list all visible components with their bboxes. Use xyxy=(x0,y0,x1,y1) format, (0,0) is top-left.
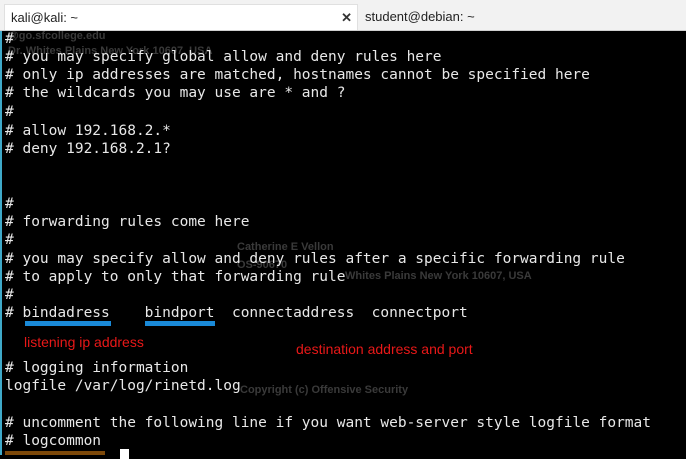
cursor xyxy=(120,449,129,459)
terminal-line: # deny 192.168.2.1? xyxy=(5,141,171,157)
terminal-line: # xyxy=(5,287,14,303)
terminal-line: # forwarding rules come here xyxy=(5,214,250,230)
watermark-copyright: Copyright (c) Offensive Security xyxy=(240,384,409,396)
terminal-line: # you may specify allow and deny rules a… xyxy=(5,251,625,267)
tab-title: student@debian: ~ xyxy=(365,9,475,24)
terminal-line: # xyxy=(5,232,14,248)
watermark-address-2: Whites Plains New York 10607, USA xyxy=(345,270,532,282)
terminal-line: # you may specify global allow and deny … xyxy=(5,49,442,65)
terminal-line: # logging information xyxy=(5,360,189,376)
destination-annotation: destination address and port xyxy=(296,341,473,357)
terminal-line: # xyxy=(5,31,14,47)
tab-student-debian[interactable]: student@debian: ~ xyxy=(360,4,686,30)
terminal-line: # to apply to only that forwarding rule xyxy=(5,269,346,285)
terminal-line: # allow 192.168.2.* xyxy=(5,123,171,139)
terminal-line: # bindadress bindport connectaddress con… xyxy=(5,305,468,321)
terminal-line: # logcommon xyxy=(5,433,102,449)
terminal-line: # xyxy=(5,104,14,120)
bindport-underline xyxy=(145,321,215,326)
terminal-line: # uncomment the following line if you wa… xyxy=(5,415,652,431)
listening-annotation: listening ip address xyxy=(24,334,144,350)
tab-bar: kali@kali: ~ ✕ student@debian: ~ xyxy=(0,0,686,31)
terminal-line: logfile /var/log/rinetd.log xyxy=(5,378,241,394)
prompt-line xyxy=(5,451,105,455)
tab-kali[interactable]: kali@kali: ~ ✕ xyxy=(4,4,358,30)
terminal-line: # xyxy=(5,196,14,212)
watermark-email: @go.sfcollege.edu xyxy=(8,30,106,42)
close-icon[interactable]: ✕ xyxy=(341,5,352,31)
terminal-line: # the wildcards you may use are * and ? xyxy=(5,85,346,101)
tab-title: kali@kali: ~ xyxy=(11,10,79,25)
bindaddress-underline xyxy=(25,321,111,326)
terminal-line: # only ip addresses are matched, hostnam… xyxy=(5,67,590,83)
